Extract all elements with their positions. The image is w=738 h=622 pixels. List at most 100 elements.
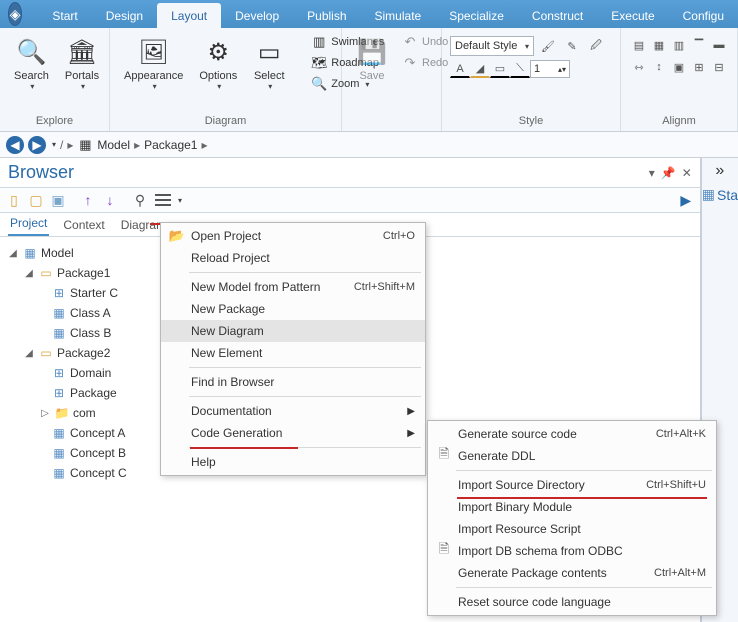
- menu-new-package[interactable]: New Package: [161, 298, 425, 320]
- tab-specialize[interactable]: Specialize: [435, 3, 518, 28]
- appearance-button[interactable]: 🖼 Appearance ▾: [118, 32, 189, 95]
- app-logo-icon[interactable]: ◈: [8, 2, 22, 26]
- align-right-button[interactable]: ▥: [669, 36, 689, 54]
- font-color-button[interactable]: A: [450, 60, 470, 78]
- search-button[interactable]: 🔍 Search ▾: [8, 32, 55, 95]
- menu-import-db[interactable]: 🗎Import DB schema from ODBC: [428, 540, 716, 562]
- new-diagram-button[interactable]: ▢: [26, 190, 46, 210]
- tab-project[interactable]: Project: [8, 212, 49, 236]
- align-center-button[interactable]: ▦: [649, 36, 669, 54]
- tab-develop[interactable]: Develop: [221, 3, 293, 28]
- filter-button[interactable]: ⚲: [130, 190, 150, 210]
- nav-back-button[interactable]: ◀: [6, 136, 24, 154]
- redo-label: Redo: [422, 57, 448, 69]
- submenu-arrow-icon: ▶: [389, 428, 415, 439]
- line-color-button[interactable]: ▭: [490, 60, 510, 78]
- save-button[interactable]: 💾 Save: [350, 32, 394, 86]
- expand-icon[interactable]: »: [715, 162, 724, 180]
- group-explore-label: Explore: [8, 113, 101, 129]
- tab-context[interactable]: Context: [61, 214, 106, 236]
- breadcrumb-root[interactable]: Model: [97, 138, 130, 152]
- tab-construct[interactable]: Construct: [518, 3, 597, 28]
- hamburger-menu-button[interactable]: [152, 190, 174, 210]
- align-middle-button[interactable]: ▬: [709, 36, 729, 54]
- chevron-down-icon[interactable]: ▾: [178, 196, 182, 205]
- diagram-icon: ⊞: [51, 386, 67, 400]
- breadcrumb[interactable]: /▸ ▦Model▸ Package1▸: [60, 137, 208, 153]
- appearance-icon: 🖼: [138, 36, 170, 68]
- chevron-down-icon: ▾: [30, 82, 34, 91]
- connector-color-button[interactable]: ⟍: [510, 60, 530, 78]
- tab-design[interactable]: Design: [92, 3, 157, 28]
- breadcrumb-bar: ◀ ▶ ▾ /▸ ▦Model▸ Package1▸: [0, 132, 738, 158]
- save-label: Save: [359, 70, 384, 82]
- menu-new-model[interactable]: New Model from PatternCtrl+Shift+M: [161, 276, 425, 298]
- highlight-marker: [457, 497, 707, 499]
- menu-generate-ddl[interactable]: 🗎Generate DDL: [428, 445, 716, 467]
- space-button[interactable]: ⊞: [689, 58, 709, 76]
- format-painter-button[interactable]: ✎: [562, 37, 582, 55]
- snap-button[interactable]: ⊟: [709, 58, 729, 76]
- main-tabs: ◈ Start Design Layout Develop Publish Si…: [0, 0, 738, 28]
- tab-publish[interactable]: Publish: [293, 3, 360, 28]
- nav-forward-button[interactable]: ▶: [28, 136, 46, 154]
- class-icon: ▦: [51, 326, 67, 340]
- roadmap-icon: 🗺: [311, 55, 327, 71]
- undo-button[interactable]: ↶Undo: [398, 32, 452, 52]
- close-icon[interactable]: ✕: [682, 166, 692, 180]
- menu-reset-language[interactable]: Reset source code language: [428, 591, 716, 613]
- menu-code-generation[interactable]: Code Generation▶: [161, 422, 425, 444]
- search-icon: 🔍: [15, 36, 47, 68]
- redo-button[interactable]: ↷Redo: [398, 53, 452, 73]
- menu-documentation[interactable]: Documentation▶: [161, 400, 425, 422]
- group-style-label: Style: [450, 113, 612, 129]
- undo-label: Undo: [422, 36, 448, 48]
- tab-start[interactable]: Start: [38, 3, 91, 28]
- menu-import-source-dir[interactable]: Import Source DirectoryCtrl+Shift+U: [428, 474, 716, 496]
- line-width-input[interactable]: 1▴▾: [530, 60, 570, 78]
- tab-simulate[interactable]: Simulate: [361, 3, 436, 28]
- portals-label: Portals: [65, 70, 99, 82]
- code-generation-submenu: Generate source codeCtrl+Alt+K 🗎Generate…: [427, 420, 717, 616]
- menu-find-browser[interactable]: Find in Browser: [161, 371, 425, 393]
- new-element-button[interactable]: ▣: [48, 190, 68, 210]
- history-dropdown[interactable]: ▾: [52, 140, 56, 149]
- portals-button[interactable]: 🏛 Portals ▾: [59, 32, 105, 95]
- options-button[interactable]: ⚙ Options ▾: [193, 32, 243, 95]
- tab-configure[interactable]: Configu: [669, 3, 738, 28]
- menu-generate-source[interactable]: Generate source codeCtrl+Alt+K: [428, 423, 716, 445]
- menu-reload-project[interactable]: Reload Project: [161, 247, 425, 269]
- align-left-button[interactable]: ▤: [629, 36, 649, 54]
- style-tool-button[interactable]: 🖉: [586, 37, 606, 55]
- menu-new-element[interactable]: New Element: [161, 342, 425, 364]
- menu-import-binary[interactable]: Import Binary Module: [428, 496, 716, 518]
- menu-generate-package[interactable]: Generate Package contentsCtrl+Alt+M: [428, 562, 716, 584]
- pin-icon[interactable]: 📌: [661, 166, 676, 180]
- tab-layout[interactable]: Layout: [157, 3, 221, 28]
- style-dropdown[interactable]: Default Style▾: [450, 36, 534, 56]
- start-panel-tab[interactable]: ▦Sta: [702, 186, 738, 203]
- menu-import-resource[interactable]: Import Resource Script: [428, 518, 716, 540]
- tab-execute[interactable]: Execute: [597, 3, 668, 28]
- options-icon: ⚙: [202, 36, 234, 68]
- fill-color-button[interactable]: ◢: [470, 60, 490, 78]
- menu-open-project[interactable]: 📂Open ProjectCtrl+O: [161, 225, 425, 247]
- paint-button[interactable]: 🖌: [538, 37, 558, 55]
- menu-new-diagram[interactable]: New Diagram: [161, 320, 425, 342]
- select-button[interactable]: ▭ Select ▾: [247, 32, 291, 95]
- same-size-button[interactable]: ▣: [669, 58, 689, 76]
- ribbon: 🔍 Search ▾ 🏛 Portals ▾ Explore 🖼 Appeara…: [0, 28, 738, 132]
- menu-help[interactable]: Help: [161, 451, 425, 473]
- document-icon: 🗎: [434, 540, 454, 562]
- breadcrumb-package[interactable]: Package1: [144, 138, 197, 152]
- distribute-v-button[interactable]: ↕: [649, 58, 669, 76]
- move-up-button[interactable]: ↑: [78, 190, 98, 210]
- select-label: Select: [254, 70, 285, 82]
- new-package-button[interactable]: ▯: [4, 190, 24, 210]
- distribute-h-button[interactable]: ⇿: [629, 58, 649, 76]
- align-top-button[interactable]: ▔: [689, 36, 709, 54]
- panel-menu-button[interactable]: ▾: [649, 166, 655, 180]
- group-diagram-label: Diagram: [118, 113, 333, 129]
- move-down-button[interactable]: ↓: [100, 190, 120, 210]
- collapse-button[interactable]: ▶: [676, 190, 696, 210]
